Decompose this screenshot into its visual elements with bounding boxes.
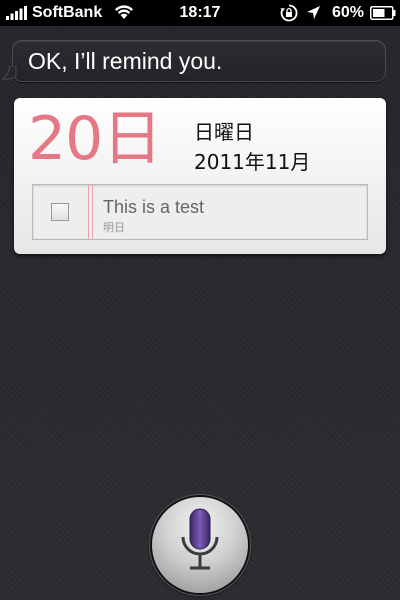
reminder-checkbox[interactable] [51, 203, 69, 221]
status-bar: SoftBank 18:17 60% [0, 0, 400, 26]
battery-icon [370, 6, 396, 20]
siri-mic-button[interactable] [152, 497, 248, 593]
bubble-tail [2, 66, 17, 80]
location-icon [307, 6, 320, 19]
reminder-item[interactable]: This is a test 明日 [32, 184, 368, 240]
notepad-margin-line [88, 185, 89, 239]
siri-response-text: OK, I’ll remind you. [28, 48, 223, 74]
reminder-card: 20日 日曜日 2011年11月 This is a test 明日 [14, 98, 386, 254]
microphone-icon [181, 508, 219, 570]
reminder-due: 明日 [103, 221, 125, 234]
battery-percent: 60% [332, 4, 365, 21]
month-year-label: 2011年11月 [194, 150, 311, 174]
reminder-title: This is a test [103, 197, 205, 217]
weekday-label: 日曜日 [194, 120, 254, 144]
orientation-lock-icon [280, 4, 298, 22]
notepad-margin-line [92, 185, 93, 239]
day-number: 20日 [28, 104, 162, 174]
